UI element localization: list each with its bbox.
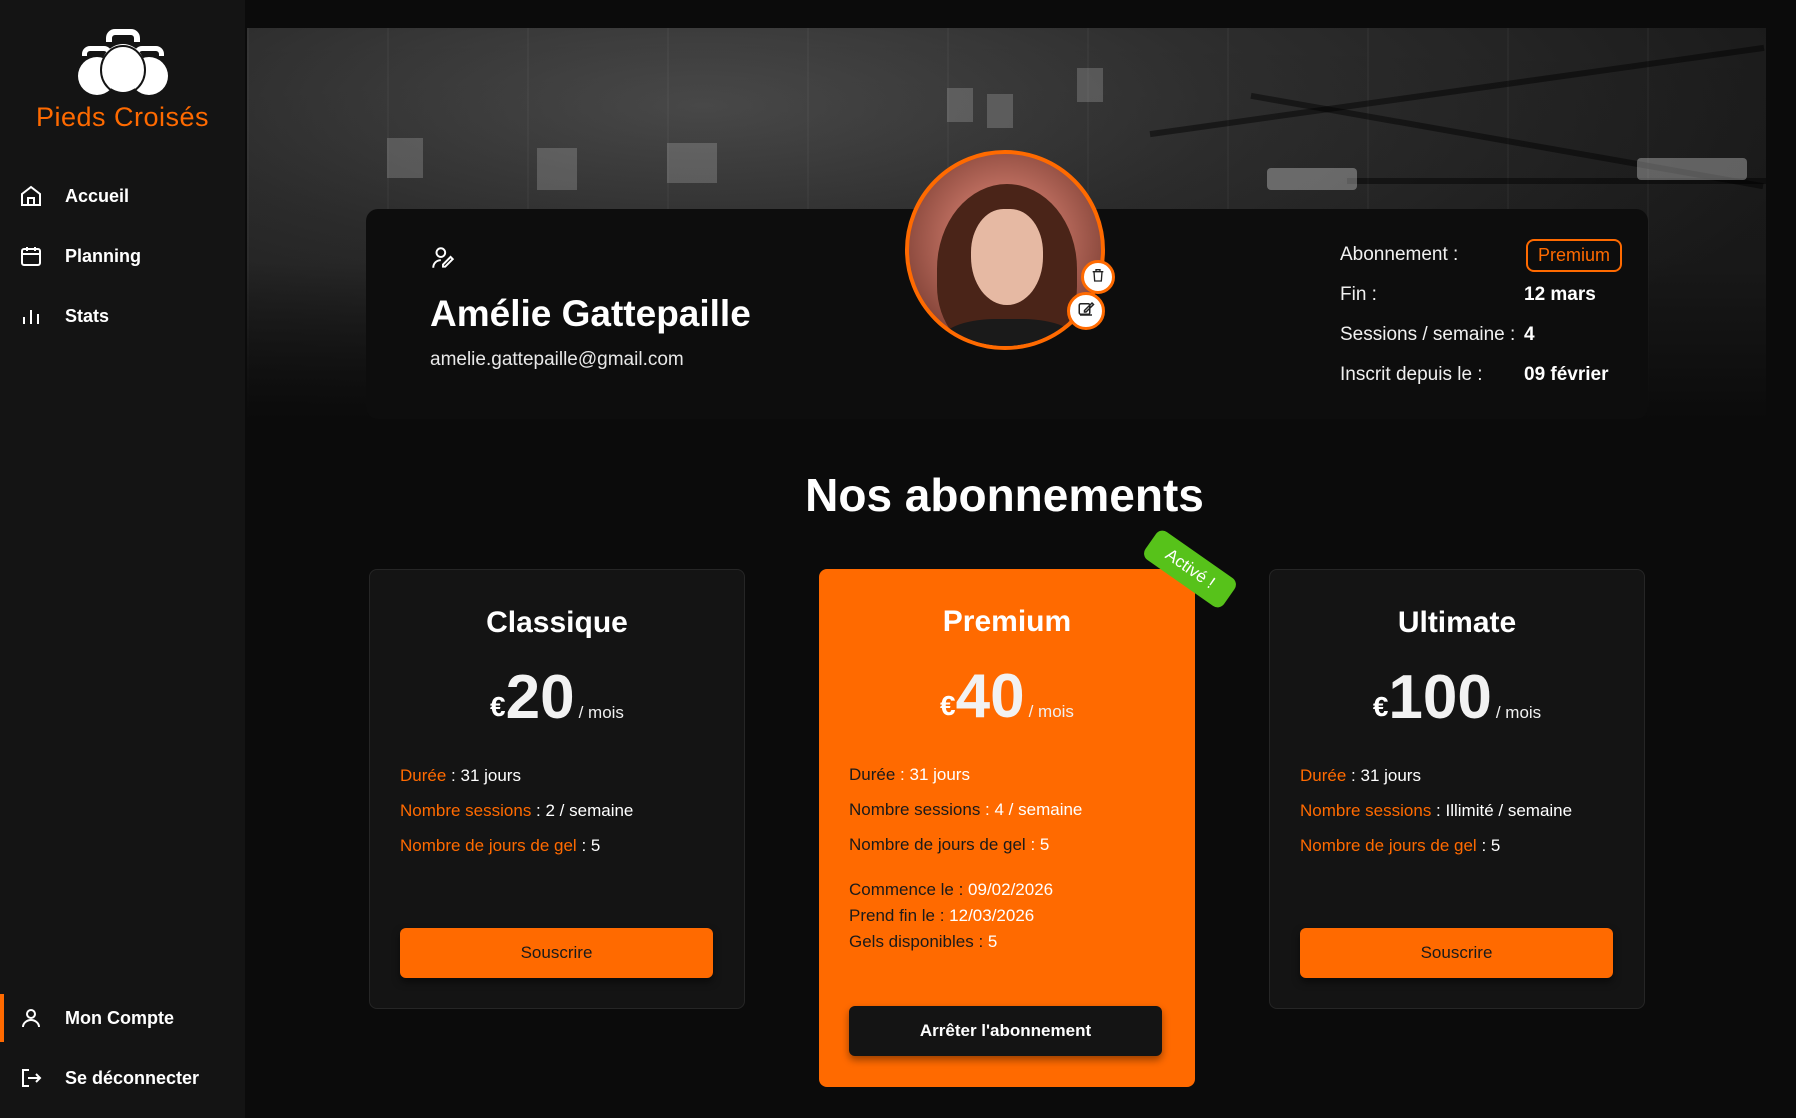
currency: € (1372, 691, 1389, 722)
price-period: / mois (1028, 702, 1074, 721)
sidebar-item-label: Se déconnecter (65, 1067, 200, 1088)
price-period: / mois (578, 703, 624, 722)
brand-name: Pieds Croisés (35, 102, 210, 132)
end-date: Prend fin le : 12/03/2026 (849, 906, 1035, 925)
main-content: Amélie Gattepaille amelie.gattepaille@gm… (245, 0, 1796, 1118)
price-period: / mois (1495, 703, 1542, 722)
price-amount: 40 (955, 662, 1025, 731)
price-amount: 100 (1388, 663, 1492, 732)
edit-avatar-button[interactable] (1067, 292, 1105, 330)
feature-duration: Durée : 31 jours (400, 766, 521, 785)
calendar-icon (18, 243, 44, 269)
plan-price: €40/ mois (819, 661, 1195, 732)
plan-name: Classique (486, 606, 628, 639)
plan-card-premium: Premium €40/ mois Durée : 31 jours Nombr… (819, 569, 1195, 1087)
user-edit-icon[interactable] (430, 245, 456, 276)
user-name: Amélie Gattepaille (430, 293, 751, 334)
sidebar-item-label: Planning (65, 245, 141, 266)
trash-icon (1090, 267, 1106, 288)
sidebar-item-stats[interactable]: Stats (0, 292, 245, 340)
price-amount: 20 (505, 663, 575, 732)
plan-name: Premium (942, 605, 1072, 638)
feature-sessions: Nombre sessions : 2 / semaine (400, 801, 634, 820)
plan-card-ultimate: Ultimate €100/ mois Durée : 31 jours Nom… (1269, 569, 1645, 1009)
sidebar-item-label: Mon Compte (65, 1007, 174, 1028)
sidebar-item-label: Stats (65, 305, 110, 326)
sidebar-item-label: Accueil (65, 185, 130, 206)
plan-name: Ultimate (1397, 606, 1517, 639)
since-label: Inscrit depuis le : (1340, 364, 1483, 385)
feature-duration: Durée : 31 jours (849, 765, 970, 784)
subscribe-button[interactable]: Souscrire (1300, 928, 1613, 978)
sessions-value: 4 (1524, 324, 1535, 345)
end-label: Fin : (1340, 284, 1377, 305)
bar-chart-icon (18, 303, 44, 329)
currency: € (940, 690, 956, 721)
sessions-label: Sessions / semaine : (1340, 324, 1516, 345)
feature-duration: Durée : 31 jours (1300, 766, 1421, 785)
plan-price: €20/ mois (370, 662, 744, 733)
stop-subscription-button[interactable]: Arrêter l'abonnement (849, 1006, 1162, 1056)
sidebar: Pieds Croisés Accueil Planning Stats Mon… (0, 0, 245, 1118)
home-icon (18, 183, 44, 209)
currency: € (490, 691, 506, 722)
feature-freeze: Nombre de jours de gel : 5 (400, 836, 601, 855)
edit-icon (1077, 300, 1095, 323)
feature-freeze: Nombre de jours de gel : 5 (849, 835, 1050, 854)
plan-card-classique: Classique €20/ mois Durée : 31 jours Nom… (369, 569, 745, 1009)
since-value: 09 février (1524, 364, 1609, 385)
sidebar-item-planning[interactable]: Planning (0, 232, 245, 280)
start-date: Commence le : 09/02/2026 (849, 880, 1054, 899)
kettlebell-logo-icon (77, 29, 168, 95)
available-freezes: Gels disponibles : 5 (849, 932, 998, 951)
subscribe-button[interactable]: Souscrire (400, 928, 713, 978)
sidebar-item-mon-compte[interactable]: Mon Compte (0, 994, 245, 1042)
feature-freeze: Nombre de jours de gel : 5 (1300, 836, 1501, 855)
subscription-badge: Premium (1526, 239, 1623, 272)
logout-icon (18, 1065, 44, 1091)
user-email: amelie.gattepaille@gmail.com (430, 349, 684, 370)
delete-avatar-button[interactable] (1081, 260, 1115, 294)
subscription-label: Abonnement : (1340, 244, 1459, 265)
plan-price: €100/ mois (1270, 662, 1644, 733)
user-icon (18, 1005, 44, 1031)
section-title: Nos abonnements (805, 469, 1204, 521)
brand-logo[interactable]: Pieds Croisés (0, 28, 245, 133)
sidebar-item-accueil[interactable]: Accueil (0, 172, 245, 220)
feature-sessions: Nombre sessions : Illimité / semaine (1300, 801, 1573, 820)
feature-sessions: Nombre sessions : 4 / semaine (849, 800, 1083, 819)
sidebar-item-logout[interactable]: Se déconnecter (0, 1054, 245, 1102)
end-value: 12 mars (1524, 284, 1596, 305)
